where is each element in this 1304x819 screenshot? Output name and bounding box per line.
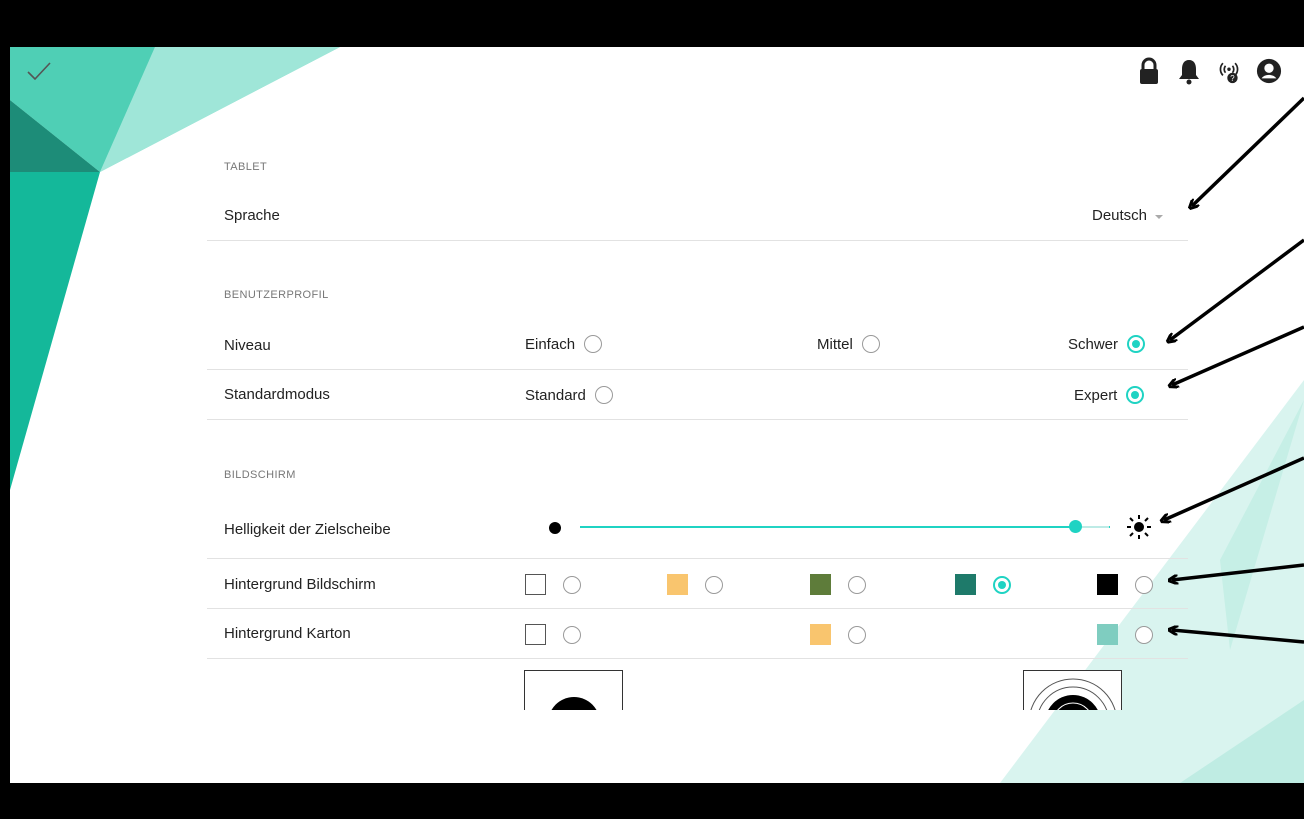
bottom-black-bar: [0, 783, 1304, 819]
account-icon[interactable]: [1256, 56, 1282, 86]
section-title-screen: BILDSCHIRM: [224, 469, 296, 481]
brightness-slider-handle[interactable]: [1069, 520, 1082, 533]
arrow-5: [1172, 563, 1304, 580]
card-bg-orange-radio[interactable]: [848, 625, 866, 644]
level-option-easy-label: Einfach: [525, 335, 576, 353]
screen-bg-option-olive[interactable]: [810, 574, 866, 595]
screen-background-label: Hintergrund Bildschirm: [224, 576, 376, 593]
swatch-white: [525, 624, 546, 645]
mode-expert-radio[interactable]: [1126, 386, 1145, 404]
card-bg-option-mint[interactable]: [1097, 624, 1153, 645]
mode-option-standard-label: Standard: [525, 386, 586, 404]
level-option-hard[interactable]: Schwer: [1068, 335, 1146, 353]
left-black-bar: [0, 0, 10, 819]
mode-option-expert-label: Expert: [1074, 386, 1118, 404]
swatch-mint: [1097, 624, 1118, 645]
level-easy-radio[interactable]: [584, 335, 603, 353]
brightness-sun-icon: [1127, 515, 1151, 539]
mode-row: Standardmodus Standard Expert: [207, 370, 1188, 420]
screen-background-row: Hintergrund Bildschirm: [207, 559, 1188, 609]
level-label: Niveau: [224, 337, 271, 354]
swatch-olive: [810, 574, 831, 595]
screen-bg-olive-radio[interactable]: [848, 575, 866, 594]
language-label: Sprache: [224, 207, 280, 224]
screen-bg-black-radio[interactable]: [1135, 575, 1153, 594]
swatch-orange: [667, 574, 688, 595]
brightness-row: Helligkeit der Zielscheibe: [207, 504, 1188, 559]
svg-text:?: ?: [1230, 74, 1235, 83]
status-icons: ?: [1136, 55, 1282, 87]
language-row: Sprache Deutsch: [207, 193, 1188, 241]
level-row: Niveau Einfach Mittel Schwer: [207, 321, 1188, 370]
section-title-profile: BENUTZERPROFIL: [224, 289, 329, 301]
screen-bg-option-white[interactable]: [525, 574, 581, 595]
card-bg-option-white[interactable]: [525, 624, 581, 645]
language-dropdown[interactable]: Deutsch: [1092, 207, 1164, 224]
card-bg-white-radio[interactable]: [563, 625, 581, 644]
chevron-down-icon: [1155, 214, 1164, 219]
language-value: Deutsch: [1092, 207, 1148, 224]
bell-icon[interactable]: [1176, 56, 1202, 86]
lock-icon[interactable]: [1136, 56, 1162, 86]
arrow-1: [1192, 96, 1304, 206]
swatch-white: [525, 574, 546, 595]
arrow-2: [1170, 238, 1304, 340]
check-icon[interactable]: [26, 60, 52, 82]
arrow-3: [1172, 325, 1304, 385]
swatch-teal: [955, 574, 976, 595]
screen-bg-option-teal[interactable]: [955, 574, 1011, 595]
swatch-orange: [810, 624, 831, 645]
brightness-slider-rest[interactable]: [1081, 526, 1109, 528]
target-preview-rings[interactable]: [1023, 670, 1122, 710]
brightness-label: Helligkeit der Zielscheibe: [224, 521, 391, 538]
card-background-row: Hintergrund Karton: [207, 609, 1188, 659]
mode-label: Standardmodus: [224, 386, 330, 403]
mode-option-expert[interactable]: Expert: [1074, 386, 1145, 404]
level-hard-radio[interactable]: [1127, 335, 1146, 353]
level-option-medium[interactable]: Mittel: [817, 335, 880, 353]
card-background-label: Hintergrund Karton: [224, 625, 351, 642]
card-bg-option-orange[interactable]: [810, 624, 866, 645]
card-bg-mint-radio[interactable]: [1135, 625, 1153, 644]
level-option-medium-label: Mittel: [817, 335, 853, 353]
arrow-6: [1172, 630, 1304, 644]
screen-bg-orange-radio[interactable]: [705, 575, 723, 594]
screen-bg-option-black[interactable]: [1097, 574, 1153, 595]
screen-bg-teal-radio[interactable]: [993, 575, 1011, 594]
screen-bg-white-radio[interactable]: [563, 575, 581, 594]
target-preview-simple[interactable]: [524, 670, 623, 710]
level-option-hard-label: Schwer: [1068, 335, 1119, 353]
brightness-slider-track[interactable]: [580, 526, 1110, 528]
level-medium-radio[interactable]: [861, 335, 880, 353]
screen-bg-option-orange[interactable]: [667, 574, 723, 595]
level-option-easy[interactable]: Einfach: [525, 335, 603, 353]
swatch-black: [1097, 574, 1118, 595]
mode-standard-radio[interactable]: [594, 386, 613, 404]
top-black-bar: [0, 0, 1304, 47]
wireless-help-icon[interactable]: ?: [1216, 56, 1242, 86]
brightness-min-dot: [549, 522, 561, 534]
section-title-tablet: TABLET: [224, 161, 268, 173]
mode-option-standard[interactable]: Standard: [525, 386, 613, 404]
